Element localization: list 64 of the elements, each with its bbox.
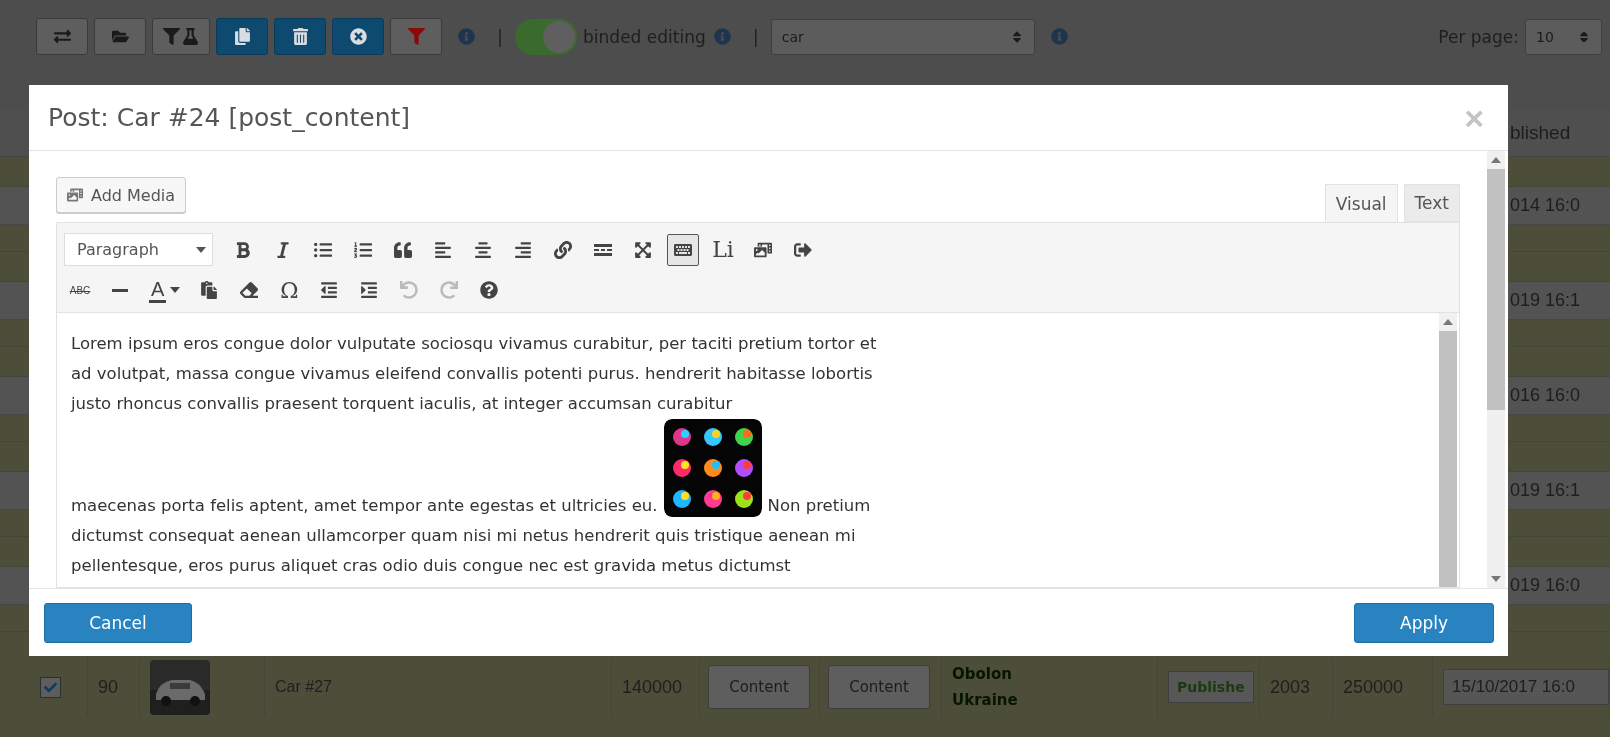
- separator: |: [497, 26, 504, 47]
- align-left-icon: [434, 240, 452, 259]
- editor-tab[interactable]: Text: [1403, 184, 1460, 222]
- swap-button[interactable]: [36, 18, 88, 55]
- scrollbar[interactable]: [1487, 151, 1505, 588]
- cancel-button[interactable]: Cancel: [44, 602, 192, 643]
- scrollbar[interactable]: [1439, 313, 1457, 587]
- exit-icon: [794, 240, 812, 259]
- editor-tab[interactable]: Visual: [1324, 184, 1398, 223]
- media-icon: [67, 187, 83, 203]
- date-field[interactable]: 15/10/2017 16:0: [1443, 669, 1609, 705]
- filter-icon: [407, 28, 425, 45]
- filter-icon: [163, 28, 180, 45]
- add-media-button[interactable]: Add Media: [56, 177, 187, 213]
- location-text: Obolon: [952, 664, 1013, 685]
- row-checkbox[interactable]: [40, 676, 61, 698]
- numbered-list-icon: [354, 240, 372, 259]
- check-icon: [44, 680, 57, 694]
- read-more-icon: [594, 243, 612, 256]
- outdent-icon: [320, 281, 339, 299]
- cancel-button[interactable]: [332, 18, 384, 55]
- italic-icon: [274, 240, 292, 259]
- text-color-button[interactable]: A: [144, 274, 186, 306]
- content-button[interactable]: Content: [828, 665, 930, 709]
- filter-flask-button[interactable]: [152, 18, 210, 55]
- per-page-select[interactable]: 10: [1525, 18, 1602, 55]
- toolbar-button[interactable]: Li: [707, 233, 739, 266]
- flask-icon: [182, 28, 199, 45]
- undo-icon: [400, 281, 419, 299]
- separator: |: [752, 26, 759, 47]
- paragraph: Lorem ipsum eros congue dolor vulputate sociosqu vivamus curabitur, per taciti pretium tortor et ad volutpat, massa congue vivamus eleifend convallis potenti purus. hendrerit habitasse lobortis justo rhoncus convallis praesent torquent iaculis, at integer accumsan curabitur: [71, 333, 878, 415]
- location-text: Ukraine: [952, 690, 1019, 711]
- align-center-icon: [474, 240, 492, 259]
- copy-icon: [233, 28, 251, 45]
- toggle-switch[interactable]: [515, 18, 578, 55]
- align-right-icon: [514, 240, 532, 259]
- clipboard-icon: [200, 281, 219, 299]
- apply-button[interactable]: Apply: [1354, 602, 1494, 643]
- fullscreen-icon: [634, 240, 652, 259]
- indent-icon: [360, 281, 379, 299]
- caret-icon: [170, 287, 181, 293]
- bulleted-list-icon: [314, 240, 332, 259]
- trash-icon: [291, 28, 309, 45]
- quote-icon: [394, 240, 412, 259]
- copy-button[interactable]: [216, 18, 268, 55]
- content-button[interactable]: Content: [708, 665, 810, 709]
- toolbar-button[interactable]: Ω: [273, 274, 306, 306]
- swap-icon: [53, 28, 71, 45]
- toolbar-toggle-button[interactable]: [667, 233, 699, 266]
- folder-icon: [111, 28, 129, 45]
- paragraph: maecenas porta felis aptent, amet tempor ante egestas et ultricies eu. Non pretium dictumst consequat aenean ullamcorper quam nisi mi netus hendrerit quis tristique aenean mi pellentesque, eros purus aliquet cras odio duis congue nec est gravida metus dictumst: [71, 419, 893, 581]
- help-icon: [480, 281, 499, 299]
- modal-title: Post: Car #24 [post_content]: [48, 103, 411, 132]
- image-icon: [754, 240, 772, 259]
- eraser-icon: [240, 281, 259, 299]
- bold-icon: [234, 240, 252, 259]
- redo-icon: [440, 281, 459, 299]
- strikethrough-button[interactable]: ABC: [64, 274, 96, 306]
- post-type-select[interactable]: car: [770, 18, 1035, 55]
- link-icon: [554, 240, 572, 259]
- folder-button[interactable]: [94, 18, 146, 55]
- sort-icon: [1577, 29, 1591, 44]
- format-select[interactable]: Paragraph: [64, 233, 213, 266]
- trash-button[interactable]: [274, 18, 326, 55]
